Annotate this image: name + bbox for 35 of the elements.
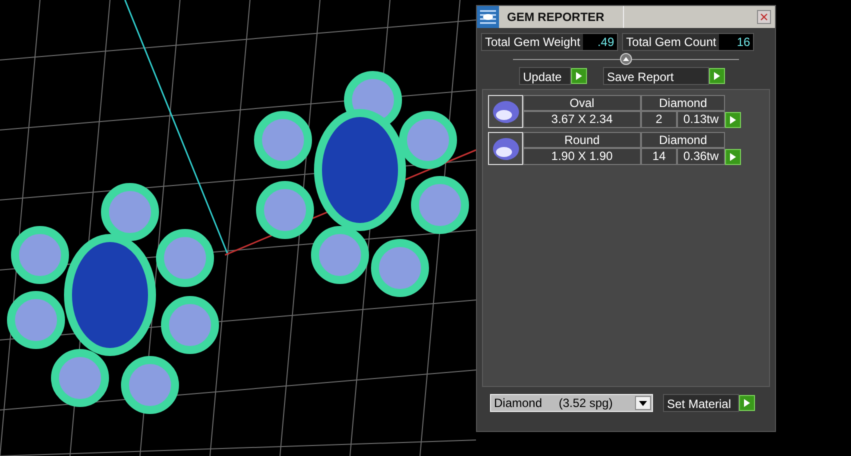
app-logo-icon [477, 6, 499, 28]
play-arrow-icon [714, 72, 720, 80]
play-arrow-icon [576, 72, 582, 80]
action-button[interactable]: Update [519, 67, 571, 85]
material-dropdown[interactable]: Diamond (3.52 spg) [490, 394, 653, 412]
window-title: GEM REPORTER [507, 9, 606, 26]
play-arrow-icon [744, 399, 750, 407]
table-cell: 0.36tw [677, 148, 725, 165]
dropdown-arrow-icon [639, 400, 647, 406]
table-cell: Diamond [641, 95, 725, 111]
go-button[interactable] [725, 148, 741, 164]
gem-icon [492, 136, 520, 160]
table-cell: 1.90 X 1.90 [523, 148, 641, 165]
total-value: .49 [583, 34, 618, 50]
table-cell: 14 [641, 148, 677, 165]
play-arrow-icon [730, 116, 736, 124]
dropdown-value: Diamond (3.52 spg) [493, 395, 614, 412]
caret-up-icon [623, 57, 629, 61]
close-button[interactable] [757, 10, 771, 24]
table-cell: Diamond [641, 132, 725, 148]
go-button[interactable] [725, 112, 741, 128]
gem-icon [492, 100, 520, 124]
table-cell: 2 [641, 111, 677, 128]
table-cell: Oval [523, 95, 641, 111]
set-material-button[interactable]: Set Material [663, 394, 739, 412]
total-value: 16 [719, 34, 754, 50]
table-cell: Round [523, 132, 641, 148]
action-button[interactable]: Save Report [603, 67, 709, 85]
table-cell: 3.67 X 2.34 [523, 111, 641, 128]
play-arrow-icon [730, 152, 736, 160]
table-cell: 0.13tw [677, 111, 725, 128]
total-label: Total Gem Weight [484, 34, 582, 50]
collapse-handle[interactable] [620, 53, 632, 65]
close-icon [760, 13, 768, 21]
total-label: Total Gem Count [625, 34, 718, 50]
